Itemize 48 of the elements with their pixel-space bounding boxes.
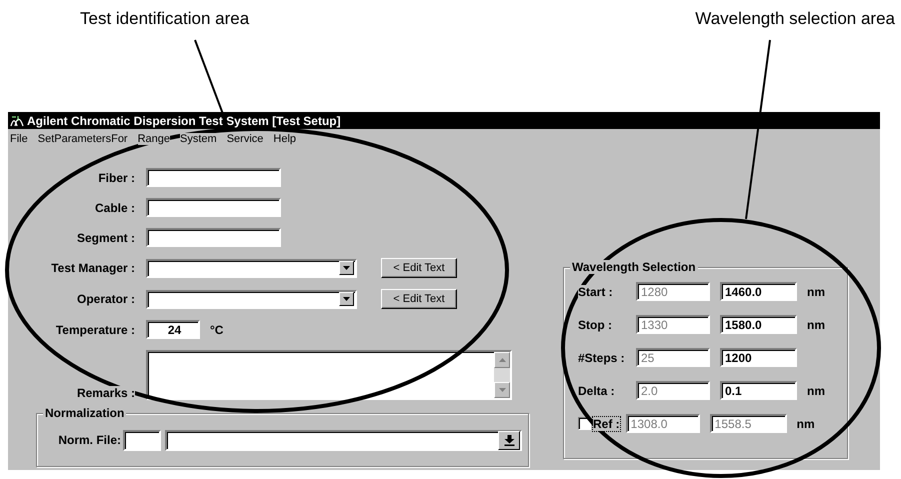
field-label: Fiber : [97, 170, 135, 184]
text-field[interactable] [123, 430, 161, 450]
menu-item[interactable]: Help [273, 133, 296, 145]
remarks-field[interactable] [146, 350, 512, 400]
callout-label: Wavelength selection area [695, 9, 895, 29]
edit-text-button[interactable]: < Edit Text [381, 289, 457, 309]
unit-label: °C [210, 322, 224, 336]
menu-item[interactable]: Service [226, 133, 264, 145]
field-label: Temperature : [54, 322, 135, 336]
field-label: Norm. File: [57, 433, 121, 447]
callout-label: Test identification area [80, 9, 250, 29]
dropdown-field[interactable] [146, 290, 357, 308]
field-label: Remarks : [76, 386, 135, 400]
text-field[interactable] [146, 228, 281, 247]
menu-item[interactable]: SetParametersFor [38, 133, 128, 145]
group-title: Wavelength Selection [570, 260, 698, 274]
download-icon[interactable] [504, 434, 514, 446]
text-field[interactable] [146, 168, 281, 187]
field-label: Cable : [94, 200, 135, 214]
field-label: Stop : [578, 318, 612, 332]
group-title: Normalization [43, 406, 126, 420]
menu-item[interactable]: Range [138, 133, 170, 145]
value-field[interactable]: 1200 [720, 348, 797, 367]
text-field[interactable] [146, 198, 281, 217]
field-label: Test Manager : [50, 261, 135, 275]
edit-text-button[interactable]: < Edit Text [381, 258, 457, 278]
unit-label: nm [807, 384, 825, 398]
window-title: Agilent Chromatic Dispersion Test System [Test Setup] [27, 114, 341, 128]
field-label: Delta : [578, 384, 615, 398]
value-field[interactable]: 0.1 [720, 381, 797, 400]
field-label: Segment : [76, 230, 135, 244]
unit-label: nm [807, 318, 825, 332]
field-label: #Steps : [578, 350, 625, 364]
unit-label: nm [807, 284, 825, 298]
menu-item[interactable]: File [10, 133, 28, 145]
dropdown-arrow-icon[interactable] [343, 297, 350, 301]
field-label: Operator : [76, 292, 135, 306]
app-icon [10, 114, 24, 126]
value-field[interactable]: 1460.0 [720, 282, 797, 301]
value-field[interactable]: 1580.0 [720, 315, 797, 334]
field-label: Start : [578, 284, 613, 298]
dropdown-arrow-icon[interactable] [343, 266, 350, 270]
file-field[interactable] [165, 430, 522, 450]
menu-item[interactable]: System [180, 133, 217, 145]
temperature-field[interactable]: 24 [146, 320, 200, 339]
unit-label: nm [796, 416, 815, 430]
dropdown-field[interactable] [146, 258, 357, 278]
checkbox-label[interactable]: Ref : [593, 416, 620, 430]
